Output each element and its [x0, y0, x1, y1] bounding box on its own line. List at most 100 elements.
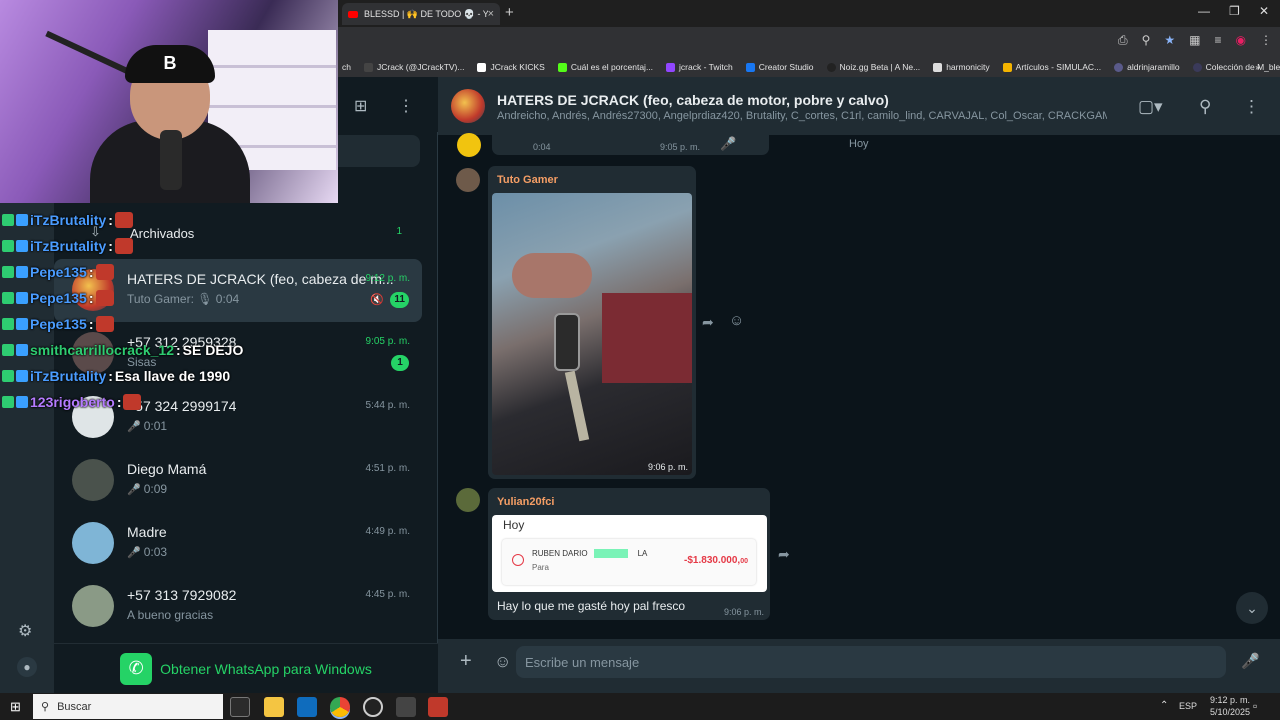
avatar	[456, 168, 480, 192]
bookmark[interactable]: jcrack - Twitch	[666, 62, 733, 72]
group-name[interactable]: HATERS DE JCRACK (feo, cabeza de motor, …	[497, 92, 889, 108]
cast-icon[interactable]: ⎙	[1118, 33, 1128, 48]
separator: :	[108, 368, 113, 384]
sticker-icon[interactable]: ☺	[494, 652, 511, 672]
bookmark[interactable]: ch	[342, 62, 351, 72]
receipt-amount: -$1.830.000,00	[684, 555, 748, 566]
browser-tab[interactable]: BLESSD | 🙌 DE TODO 💀 - Yo ×	[342, 3, 500, 25]
profile-icon[interactable]: ◉	[1236, 33, 1246, 48]
mic-icon[interactable]: 🎤	[1241, 652, 1260, 670]
video-call-icon[interactable]: ▢▾	[1138, 97, 1163, 117]
bookmark[interactable]: Noiz.gg Beta | A Ne...	[826, 62, 920, 72]
bookmark-icon	[826, 62, 836, 72]
message-photo[interactable]	[492, 193, 692, 475]
chat-preview: Tuto Gamer: 🎙 0:04	[127, 292, 240, 306]
separator: :	[88, 290, 94, 306]
highlight-mark	[594, 549, 628, 558]
forward-icon[interactable]: ➦	[702, 314, 714, 331]
bookmark[interactable]: Cuál es el porcentaj...	[557, 62, 653, 72]
badge-icon	[2, 214, 14, 226]
scroll-down-button[interactable]: ⌄	[1236, 592, 1268, 624]
chat-name: HATERS DE JCRACK (feo, cabeza de m...	[127, 271, 394, 287]
emote-icon	[114, 238, 133, 254]
search-icon[interactable]: ⚲	[1199, 97, 1211, 117]
get-whatsapp-label: Obtener WhatsApp para Windows	[160, 660, 372, 677]
media-icon[interactable]: ≡	[1215, 33, 1222, 48]
restore-icon[interactable]: ❐	[1229, 4, 1240, 18]
bookmark-icon	[477, 62, 487, 72]
group-avatar[interactable]	[451, 89, 485, 123]
notification-icon[interactable]: ▫	[1253, 699, 1257, 713]
new-chat-icon[interactable]: ⊞	[354, 96, 367, 116]
app-icon[interactable]	[396, 697, 416, 717]
separator: :	[116, 394, 122, 410]
search-input[interactable]	[338, 135, 420, 167]
chat-preview: 🎤 0:01	[127, 419, 168, 433]
task-view-icon[interactable]	[230, 697, 250, 717]
chat-time: 5:44 p. m.	[365, 400, 410, 411]
tray-chevron-icon[interactable]: ⌃	[1160, 700, 1168, 711]
bookmark[interactable]: harmonicity	[933, 62, 990, 72]
bookmarks-more-icon[interactable]: »	[1255, 62, 1260, 72]
bookmark[interactable]: JCrack KICKS	[477, 62, 545, 72]
bookmark[interactable]: JCrack (@JCrackTV)...	[363, 62, 464, 72]
emote-icon	[95, 264, 114, 280]
stream-chat-message: Pepe135 :	[2, 314, 114, 334]
bookmark[interactable]: Creator Studio	[745, 62, 814, 72]
bookmark[interactable]: aldrinjaramillo	[1114, 62, 1180, 72]
star-icon[interactable]: ★	[1164, 33, 1175, 48]
receipt-image[interactable]: Hoy RUBEN DARIO LA Para -$1.830.000,00	[492, 515, 767, 592]
separator: :	[88, 264, 94, 280]
settings-icon[interactable]: ⚙	[18, 621, 32, 641]
chat-row[interactable]: +57 313 7929082 A bueno gracias 4:45 p. …	[54, 575, 422, 638]
sender-name: Yulian20fci	[497, 496, 555, 508]
chat-row[interactable]: Diego Mamá 🎤 0:09 4:51 p. m.	[54, 449, 422, 512]
menu-icon[interactable]: ⋮	[1243, 97, 1260, 117]
taskbar-search-label: Buscar	[57, 700, 92, 713]
chat-time: 9:05 p. m.	[365, 336, 410, 347]
attach-icon[interactable]: +	[460, 650, 472, 673]
chat-name: +57 324 2999174	[127, 398, 237, 414]
zoom-icon[interactable]: ⚲	[1142, 33, 1151, 48]
bookmark-icon	[1114, 62, 1124, 72]
bookmark-icon	[933, 62, 943, 72]
chat-username: 123rigoberto	[30, 394, 115, 410]
taskbar-search[interactable]: ⚲ Buscar	[33, 694, 223, 719]
bookmark[interactable]: Artículos - SIMULAC...	[1002, 62, 1101, 72]
language-indicator[interactable]: ESP	[1179, 701, 1197, 711]
chat-username: iTzBrutality	[30, 368, 107, 384]
app-icon[interactable]	[428, 697, 448, 717]
chat-username: Pepe135	[30, 264, 87, 280]
minimize-icon[interactable]: —	[1198, 4, 1210, 18]
forward-icon[interactable]: ➦	[778, 546, 790, 563]
stream-chat-message: iTzBrutality : Esa llave de 1990	[2, 366, 230, 386]
badge-icon	[16, 318, 28, 330]
facebook-icon	[745, 62, 755, 72]
mic-icon: 🎤	[127, 547, 141, 559]
extensions-icon[interactable]: ▦	[1189, 33, 1200, 48]
menu-icon[interactable]: ⋮	[398, 96, 414, 116]
outlook-icon[interactable]	[297, 697, 317, 717]
file-explorer-icon[interactable]	[264, 697, 284, 717]
get-whatsapp-link[interactable]: ✆ Obtener WhatsApp para Windows	[54, 643, 438, 693]
obs-icon[interactable]	[363, 697, 383, 717]
bookmark-icon	[1192, 62, 1202, 72]
close-tab-icon[interactable]: ×	[488, 8, 494, 20]
bookmark[interactable]: Colección de M_blei...	[1192, 62, 1280, 72]
arrow-down-icon	[512, 554, 524, 566]
close-window-icon[interactable]: ✕	[1259, 4, 1269, 18]
chat-name: +57 313 7929082	[127, 587, 237, 603]
badge-icon	[2, 318, 14, 330]
chrome-icon[interactable]	[330, 697, 350, 717]
menu-icon[interactable]: ⋮	[1260, 33, 1272, 48]
badge-icon	[2, 292, 14, 304]
badge-icon	[16, 266, 28, 278]
sidebar-header	[338, 77, 438, 132]
photo-content	[554, 313, 580, 371]
new-tab-button[interactable]: +	[505, 4, 514, 21]
profile-avatar[interactable]: ●	[17, 657, 37, 677]
chat-row[interactable]: Madre 🎤 0:03 4:49 p. m.	[54, 512, 422, 575]
windows-start-icon[interactable]: ⊞	[10, 699, 21, 715]
clock[interactable]: 9:12 p. m. 5/10/2025	[1210, 694, 1250, 718]
emoji-react-icon[interactable]: ☺	[729, 312, 744, 329]
